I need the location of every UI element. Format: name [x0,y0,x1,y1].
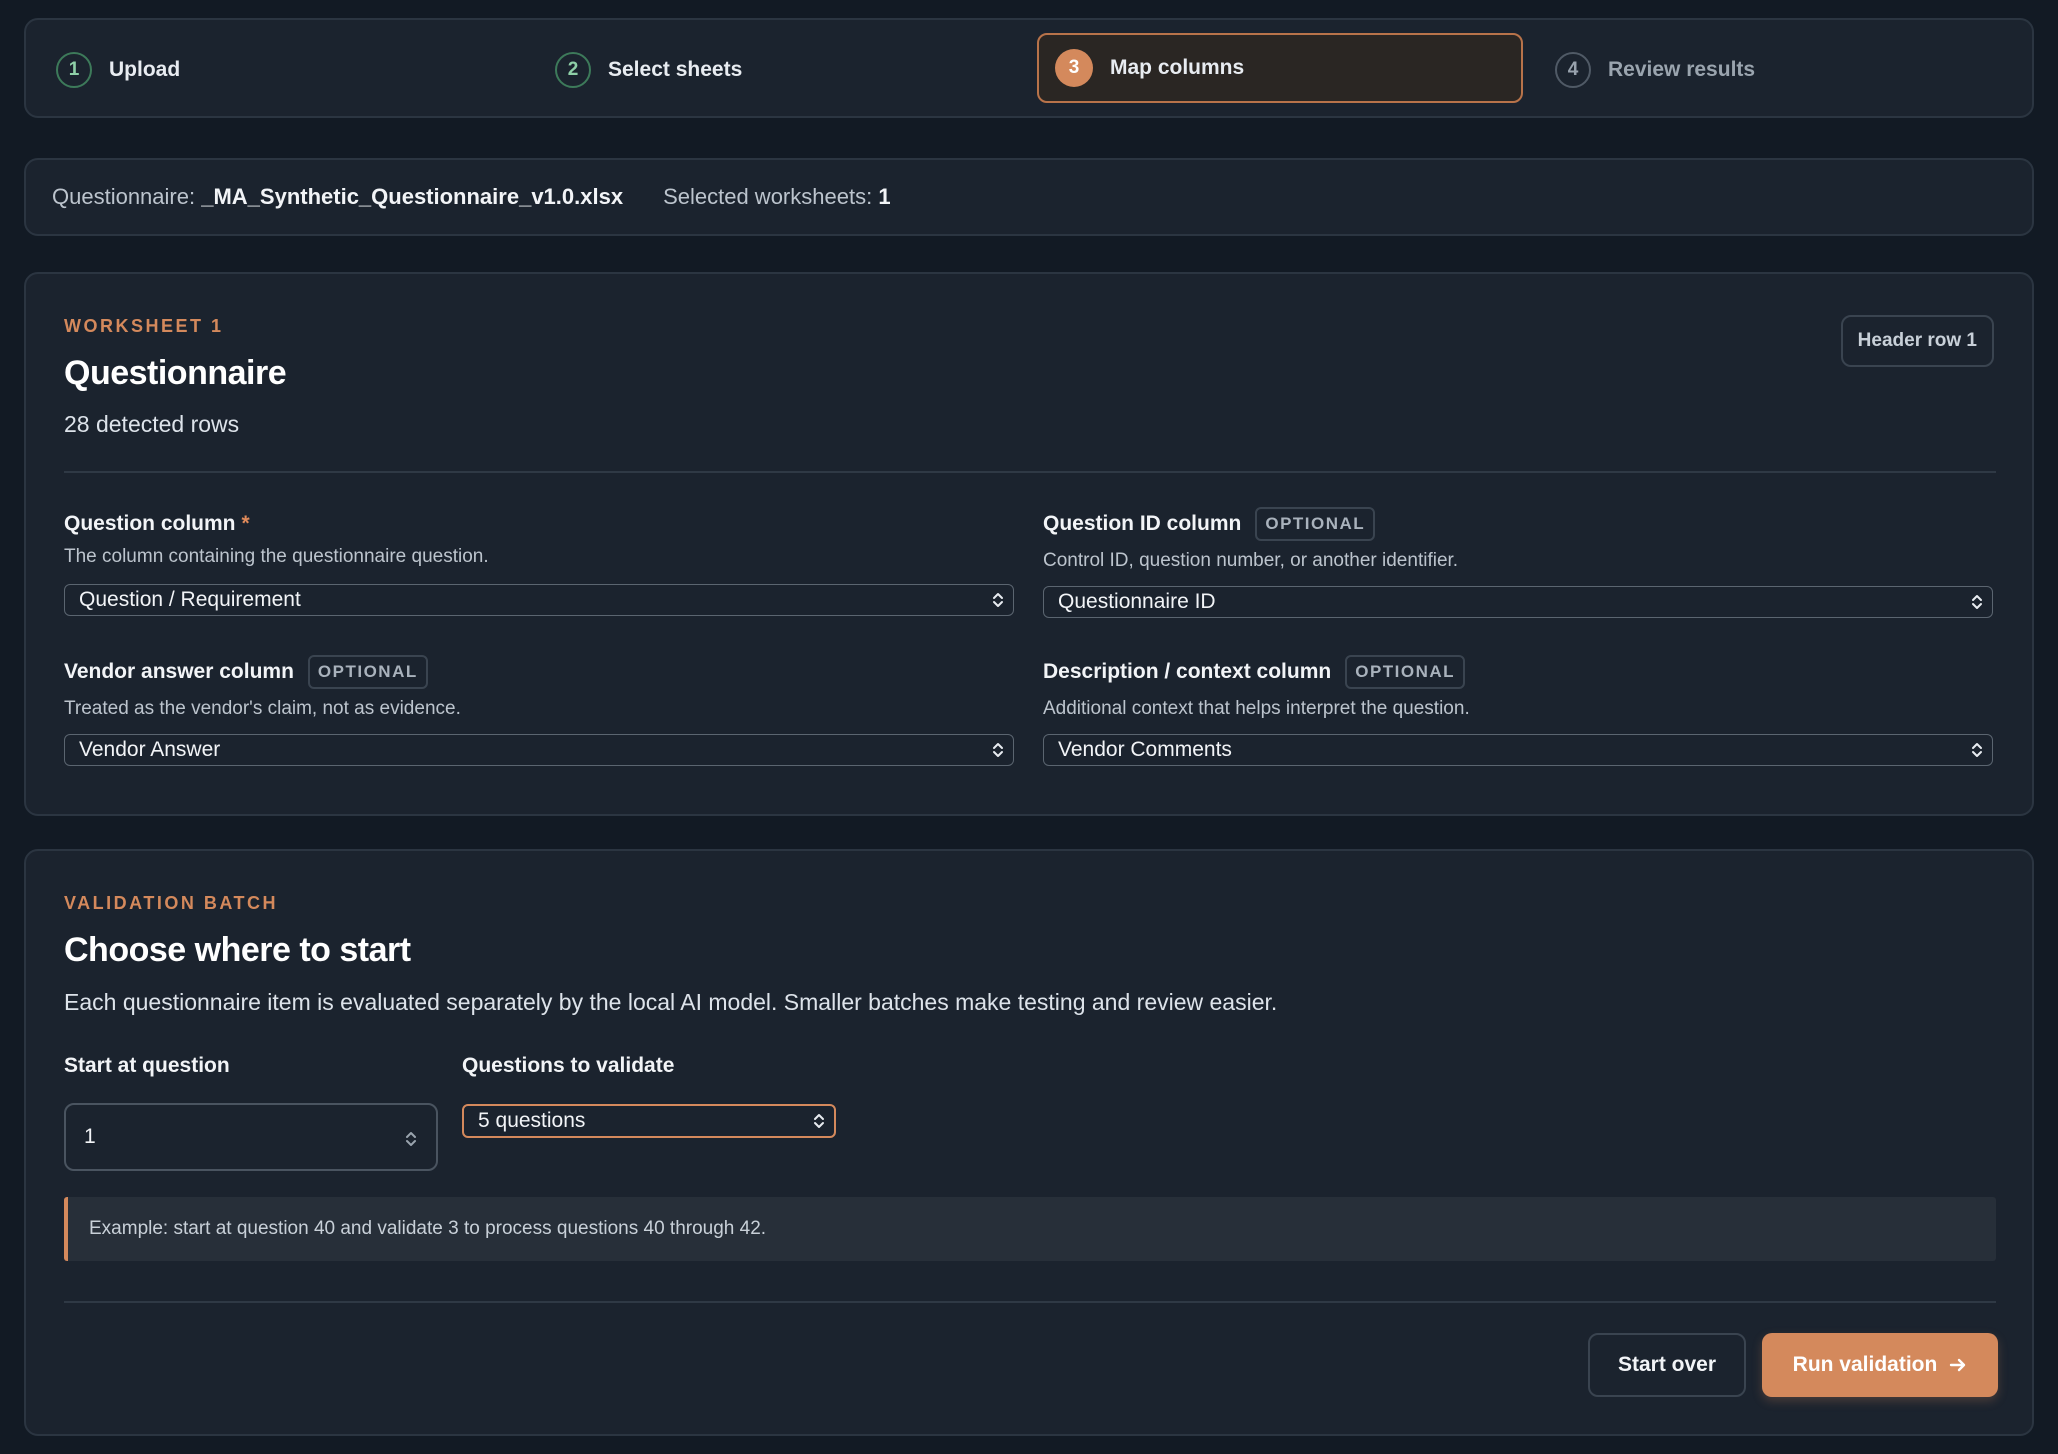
question-id-column-label: Question ID column [1043,512,1242,535]
divider [64,471,1996,473]
step-number: 4 [1555,52,1591,88]
questionnaire-filename: _MA_Synthetic_Questionnaire_v1.0.xlsx [201,184,624,209]
selected-value: 5 questions [478,1109,586,1132]
chevron-up-down-icon [1972,595,1982,609]
question-id-column-select[interactable]: Questionnaire ID [1043,586,1993,618]
description-column-select[interactable]: Vendor Comments [1043,734,1993,766]
worksheets-count: 1 [878,184,891,209]
step-label: Upload [109,58,181,81]
file-info-bar: Questionnaire: _MA_Synthetic_Questionnai… [24,158,2034,236]
step-upload[interactable]: 1 Upload [56,20,180,120]
worksheet-eyebrow: WORKSHEET 1 [64,316,224,336]
description-column-help: Additional context that helps interpret … [1043,698,1470,719]
run-validation-label: Run validation [1792,1353,1938,1376]
worksheet-title: Questionnaire [64,354,287,392]
input-value: 1 [84,1125,96,1148]
question-column-label: Question column [64,512,236,535]
question-column-select[interactable]: Question / Requirement [64,584,1014,616]
question-id-column-help: Control ID, question number, or another … [1043,550,1459,571]
selected-value: Question / Requirement [79,588,301,611]
optional-badge: OPTIONAL [307,655,428,689]
chevron-up-down-icon [993,743,1003,757]
detected-rows: 28 detected rows [64,411,240,437]
questionnaire-label: Questionnaire: [52,184,196,209]
required-mark: * [241,512,250,535]
vendor-answer-column-label: Vendor answer column [64,660,294,683]
optional-badge: OPTIONAL [1255,507,1376,541]
step-number: 2 [555,52,591,88]
step-label: Select sheets [608,58,743,81]
start-question-input[interactable]: 1 [64,1103,438,1171]
start-over-button[interactable]: Start over [1588,1333,1746,1397]
validation-batch-panel: VALIDATION BATCH Choose where to start E… [24,849,2034,1436]
step-map-columns[interactable]: 3 Map columns [1037,33,1523,103]
chevron-up-down-icon [1972,743,1982,757]
worksheets-label: Selected worksheets: [663,184,873,209]
start-question-label: Start at question [64,1054,230,1077]
step-label: Map columns [1110,56,1245,79]
selected-value: Vendor Answer [79,738,221,761]
questions-count-label: Questions to validate [462,1054,675,1077]
start-over-label: Start over [1617,1353,1717,1376]
vendor-answer-column-select[interactable]: Vendor Answer [64,734,1014,766]
arrow-right-icon [1950,1358,1966,1372]
step-number: 3 [1055,49,1093,87]
stepper-arrows-icon[interactable] [404,1127,418,1151]
vendor-answer-column-field: Vendor answer column OPTIONAL Treated as… [64,654,1014,766]
run-validation-button[interactable]: Run validation [1762,1333,1998,1397]
step-select-sheets[interactable]: 2 Select sheets [555,20,742,120]
batch-eyebrow: VALIDATION BATCH [64,893,278,913]
divider [64,1301,1996,1303]
question-column-help: The column containing the questionnaire … [64,546,489,567]
vendor-answer-column-help: Treated as the vendor's claim, not as ev… [64,698,461,719]
batch-title: Choose where to start [64,931,411,969]
question-column-field: Question column * The column containing … [64,506,1014,616]
header-row-button[interactable]: Header row 1 [1840,315,1994,367]
example-callout: Example: start at question 40 and valida… [64,1197,1996,1261]
selected-value: Vendor Comments [1058,738,1232,761]
questions-count-select[interactable]: 5 questions [462,1104,836,1138]
description-column-field: Description / context column OPTIONAL Ad… [1043,654,1993,766]
step-label: Review results [1608,58,1756,81]
step-review-results[interactable]: 4 Review results [1555,20,1755,120]
chevron-up-down-icon [814,1114,824,1128]
question-id-column-field: Question ID column OPTIONAL Control ID, … [1043,506,1993,618]
optional-badge: OPTIONAL [1345,655,1466,689]
step-number: 1 [56,52,92,88]
stepper: 1 Upload 2 Select sheets 3 Map columns 4… [24,18,2034,118]
description-column-label: Description / context column [1043,660,1332,683]
selected-value: Questionnaire ID [1058,590,1216,613]
chevron-up-down-icon [993,593,1003,607]
worksheet-panel: WORKSHEET 1 Questionnaire 28 detected ro… [24,272,2034,816]
batch-description: Each questionnaire item is evaluated sep… [64,989,1278,1015]
